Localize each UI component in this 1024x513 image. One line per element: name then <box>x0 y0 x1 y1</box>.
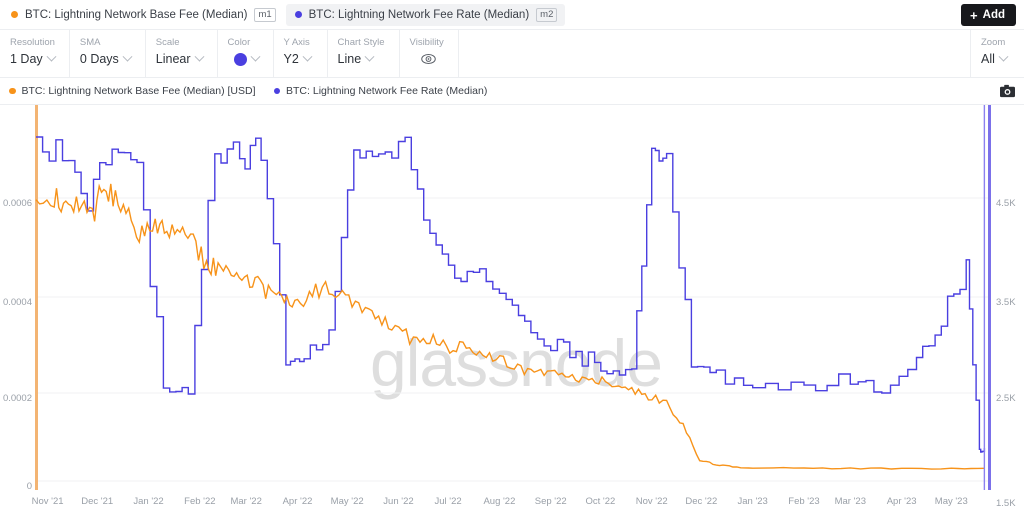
x-tick-label: Sep '22 <box>534 496 567 507</box>
x-tick-label: Apr '23 <box>886 496 917 507</box>
chevron-down-icon <box>122 51 133 62</box>
control-chart-style[interactable]: Chart Style Line <box>328 30 400 77</box>
x-tick-label: Apr '22 <box>282 496 313 507</box>
chart-canvas[interactable]: glassnode 0.0006 0.0004 0.0002 0 4.5K 3.… <box>0 105 1024 513</box>
metric-tab-label-m2: BTC: Lightning Network Fee Rate (Median) <box>308 8 530 21</box>
gridlines <box>36 197 991 482</box>
legend-label-base-fee: BTC: Lightning Network Base Fee (Median)… <box>21 85 256 97</box>
legend-color-dot-fee-rate <box>273 87 281 95</box>
control-value-y-axis: Y2 <box>283 52 299 66</box>
metric-key-m1: m1 <box>254 7 276 22</box>
control-value-scale: Linear <box>155 52 191 66</box>
glassnode-chart-app: BTC: Lightning Network Base Fee (Median)… <box>0 0 1024 513</box>
x-tick-label: May '22 <box>330 496 364 507</box>
metric-tab-m1[interactable]: BTC: Lightning Network Base Fee (Median)… <box>2 4 284 26</box>
x-tick-label: Mar '23 <box>834 496 866 507</box>
control-color[interactable]: Color <box>218 30 274 77</box>
series-line-fee-rate <box>36 136 986 453</box>
control-label-visibility: Visibility <box>409 37 444 48</box>
chart-controls-toolbar: Resolution 1 Day SMA 0 Days Scale Linear… <box>0 30 1024 78</box>
control-value-chart-style: Line <box>337 52 362 66</box>
control-label-chart-style: Chart Style <box>337 37 385 48</box>
legend-item-fee-rate[interactable]: BTC: Lightning Network Fee Rate (Median) <box>273 85 488 97</box>
x-tick-label: Dec '21 <box>81 496 114 507</box>
metric-tab-m2[interactable]: BTC: Lightning Network Fee Rate (Median)… <box>285 3 566 26</box>
control-label-zoom: Zoom <box>981 37 1006 48</box>
control-label-color: Color <box>227 37 251 48</box>
metric-tab-label-m1: BTC: Lightning Network Base Fee (Median) <box>25 8 248 21</box>
chevron-down-icon <box>364 51 375 62</box>
color-swatch[interactable] <box>233 52 247 66</box>
control-label-resolution: Resolution <box>10 37 55 48</box>
y-left-tick-3: 0 <box>26 481 32 492</box>
series-legend: BTC: Lightning Network Base Fee (Median)… <box>0 78 1024 105</box>
add-metric-button[interactable]: + Add <box>961 4 1016 26</box>
control-scale[interactable]: Scale Linear <box>146 30 218 77</box>
x-tick-label: Feb '22 <box>184 496 216 507</box>
x-tick-label: Nov '22 <box>635 496 668 507</box>
x-tick-label: May '23 <box>934 496 968 507</box>
y-left-tick-1: 0.0004 <box>2 297 32 308</box>
control-value-resolution: 1 Day <box>10 52 43 66</box>
x-tick-label: Jul '22 <box>434 496 462 507</box>
chevron-down-icon <box>998 51 1009 62</box>
x-tick-label: Jan '23 <box>737 496 768 507</box>
add-button-label: Add <box>982 9 1005 21</box>
control-label-sma: SMA <box>79 37 101 48</box>
control-label-y-axis: Y Axis <box>283 37 310 48</box>
x-tick-label: Nov '21 <box>31 496 64 507</box>
metric-color-dot-m1 <box>11 11 18 18</box>
x-tick-label: Mar '22 <box>230 496 262 507</box>
control-resolution[interactable]: Resolution 1 Day <box>0 30 70 77</box>
x-tick-label: Feb '23 <box>788 496 820 507</box>
y-left-tick-0: 0.0006 <box>2 198 32 209</box>
series-line-base-fee <box>35 183 985 470</box>
y-right-tick-2: 2.5K <box>996 393 1016 404</box>
legend-item-base-fee[interactable]: BTC: Lightning Network Base Fee (Median)… <box>9 85 256 97</box>
metric-tab-bar: BTC: Lightning Network Base Fee (Median)… <box>0 0 1024 30</box>
x-tick-label: Oct '22 <box>585 496 616 507</box>
control-value-sma: 0 Days <box>79 52 119 66</box>
camera-icon[interactable] <box>1000 84 1015 98</box>
chevron-down-icon <box>46 51 57 62</box>
legend-label-fee-rate: BTC: Lightning Network Fee Rate (Median) <box>286 85 488 97</box>
control-zoom[interactable]: Zoom All <box>970 30 1024 77</box>
control-visibility[interactable]: Visibility <box>400 30 459 77</box>
chevron-down-icon <box>250 51 260 62</box>
control-y-axis[interactable]: Y Axis Y2 <box>274 30 328 77</box>
control-sma[interactable]: SMA 0 Days <box>70 30 146 77</box>
chevron-down-icon <box>194 51 204 62</box>
y-left-tick-2: 0.0002 <box>2 393 32 404</box>
control-value-zoom: All <box>981 52 995 66</box>
x-tick-label: Jan '22 <box>133 496 164 507</box>
y-right-tick-3: 1.5K <box>996 498 1016 509</box>
chevron-down-icon <box>302 51 313 62</box>
x-tick-label: Dec '22 <box>685 496 718 507</box>
x-tick-label: Jun '22 <box>383 496 414 507</box>
control-label-scale: Scale <box>155 37 180 48</box>
legend-color-dot-base-fee <box>9 87 16 95</box>
eye-icon[interactable] <box>420 53 436 65</box>
y-right-tick-0: 4.5K <box>996 198 1016 209</box>
metric-key-m2: m2 <box>536 7 558 22</box>
plot-svg[interactable] <box>35 105 991 490</box>
metric-color-dot-m2 <box>294 11 302 18</box>
y-right-tick-1: 3.5K <box>996 297 1016 308</box>
x-tick-label: Aug '22 <box>483 496 516 507</box>
plus-icon: + <box>970 7 978 23</box>
